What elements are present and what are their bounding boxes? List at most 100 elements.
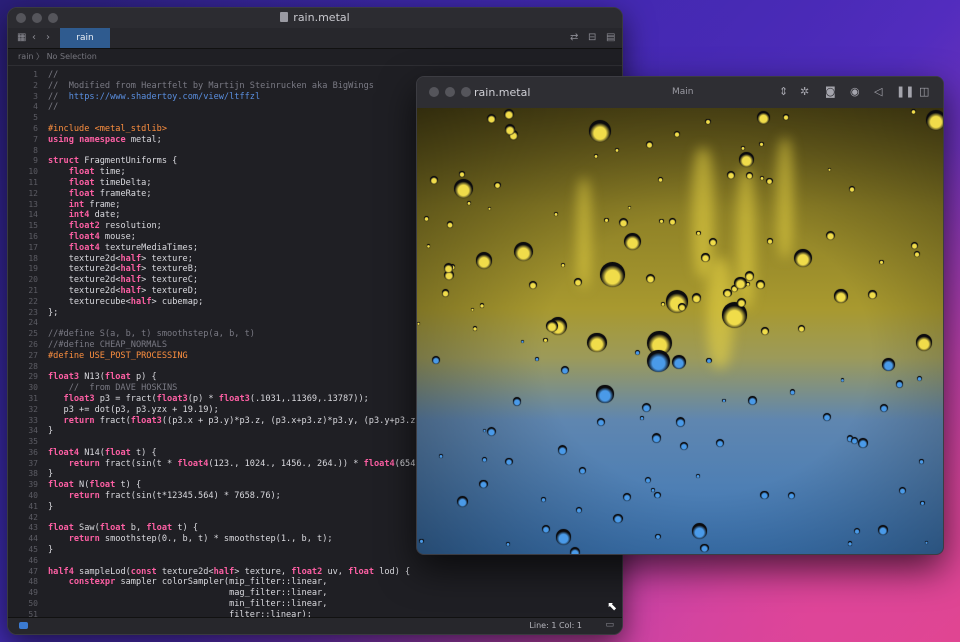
code-line[interactable]: int4 date; bbox=[48, 210, 462, 221]
code-line[interactable]: texture2d<half> textureC; bbox=[48, 275, 462, 286]
code-line[interactable]: float Saw(float b, float t) { bbox=[48, 523, 462, 534]
code-line[interactable]: texturecube<half> cubemap; bbox=[48, 297, 462, 308]
code-line[interactable] bbox=[48, 437, 462, 448]
code-line[interactable]: float frameRate; bbox=[48, 189, 462, 200]
rewind-icon[interactable]: ◁ bbox=[874, 85, 882, 98]
code-line[interactable]: float time; bbox=[48, 167, 462, 178]
raindrop bbox=[599, 262, 625, 287]
raindrop bbox=[657, 176, 663, 183]
line-number: 44 bbox=[28, 534, 38, 544]
code-line[interactable]: texture2d<half> textureD; bbox=[48, 286, 462, 297]
bug-icon[interactable]: ✲ bbox=[800, 85, 809, 98]
raindrop bbox=[797, 324, 806, 332]
code-line[interactable]: }; bbox=[48, 308, 462, 319]
preview-zoom-button[interactable] bbox=[461, 87, 471, 97]
line-number: 50 bbox=[28, 599, 38, 609]
raindrop bbox=[726, 171, 735, 180]
line-number: 24 bbox=[28, 318, 38, 328]
record-icon[interactable]: ◉ bbox=[850, 85, 860, 98]
raindrop bbox=[756, 280, 765, 289]
code-line[interactable]: mag_filter::linear, bbox=[48, 588, 462, 599]
code-line[interactable]: } bbox=[48, 426, 462, 437]
tab-rain[interactable]: rain bbox=[60, 28, 110, 48]
code-line[interactable]: // https://www.shadertoy.com/view/ltffzl bbox=[48, 92, 462, 103]
preview-window: rain.metal Main ⇕ ✲ ◙ ◉ ◁ ❚❚ ◫ bbox=[416, 76, 944, 555]
code-line[interactable]: int frame; bbox=[48, 200, 462, 211]
code-line[interactable]: #include <metal_stdlib> bbox=[48, 124, 462, 135]
raindrop bbox=[789, 389, 796, 395]
code-line[interactable]: half4 sampleLod(const texture2d<half> te… bbox=[48, 567, 462, 578]
raindrop bbox=[623, 232, 641, 251]
refresh-icon[interactable]: ⇄ bbox=[570, 32, 578, 43]
code-line[interactable]: return fract(sin(t*12345.564) * 7658.76)… bbox=[48, 491, 462, 502]
preview-titlebar: rain.metal Main ⇕ ✲ ◙ ◉ ◁ ❚❚ ◫ bbox=[417, 77, 943, 108]
code-line[interactable] bbox=[48, 146, 462, 157]
code-line[interactable]: // Modified from Heartfelt by Martijn St… bbox=[48, 81, 462, 92]
grid-icon[interactable]: ▦ bbox=[17, 32, 26, 43]
preview-close-button[interactable] bbox=[429, 87, 439, 97]
code-line[interactable]: float timeDelta; bbox=[48, 178, 462, 189]
scheme-selector[interactable]: Main bbox=[672, 87, 694, 97]
code-line[interactable]: return smoothstep(0., b, t) * smoothstep… bbox=[48, 534, 462, 545]
raindrop bbox=[645, 141, 653, 149]
line-number: 3 bbox=[33, 91, 38, 101]
shader-preview[interactable] bbox=[417, 108, 943, 554]
code-line[interactable]: float4 N14(float t) { bbox=[48, 448, 462, 459]
raindrop bbox=[575, 507, 582, 514]
breadcrumb[interactable]: rain 〉 No Selection bbox=[8, 49, 622, 66]
code-line[interactable] bbox=[48, 556, 462, 567]
code-line[interactable]: return fract(sin(t * float4(123., 1024.,… bbox=[48, 459, 462, 470]
editor-titlebar: rain.metal bbox=[8, 8, 622, 28]
code-line[interactable]: float2 resolution; bbox=[48, 221, 462, 232]
code-line[interactable]: struct FragmentUniforms { bbox=[48, 156, 462, 167]
code-line[interactable]: } bbox=[48, 502, 462, 513]
raindrop bbox=[691, 522, 708, 539]
camera-icon[interactable]: ◙ bbox=[825, 85, 836, 98]
raindrop bbox=[494, 181, 501, 189]
forward-icon[interactable]: › bbox=[46, 32, 50, 43]
code-line[interactable]: //#define CHEAP_NORMALS bbox=[48, 340, 462, 351]
code-line[interactable]: //#define S(a, b, t) smoothstep(a, b, t) bbox=[48, 329, 462, 340]
code-line[interactable] bbox=[48, 513, 462, 524]
code-line[interactable]: texture2d<half> textureB; bbox=[48, 264, 462, 275]
code-line[interactable]: constexpr sampler colorSampler(mip_filte… bbox=[48, 577, 462, 588]
code-line[interactable]: using namespace metal; bbox=[48, 135, 462, 146]
code-line[interactable]: #define USE_POST_PROCESSING bbox=[48, 351, 462, 362]
code-line[interactable]: } bbox=[48, 545, 462, 556]
code-line[interactable]: // from DAVE HOSKINS bbox=[48, 383, 462, 394]
code-line[interactable]: float3 N13(float p) { bbox=[48, 372, 462, 383]
preview-minimize-button[interactable] bbox=[445, 87, 455, 97]
pause-icon[interactable]: ❚❚ bbox=[896, 85, 914, 98]
code-line[interactable] bbox=[48, 318, 462, 329]
raindrop bbox=[555, 528, 572, 545]
code-line[interactable]: // bbox=[48, 70, 462, 81]
line-number: 20 bbox=[28, 275, 38, 285]
window-title-text: rain.metal bbox=[293, 11, 350, 24]
code-line[interactable]: // bbox=[48, 102, 462, 113]
code-line[interactable]: float4 textureMediaTimes; bbox=[48, 243, 462, 254]
code-line[interactable] bbox=[48, 362, 462, 373]
panel-toggle-icon[interactable]: ▭ bbox=[605, 620, 614, 630]
inspector-icon[interactable]: ▤ bbox=[606, 32, 615, 43]
code-line[interactable]: float4 mouse; bbox=[48, 232, 462, 243]
chevron-updown-icon[interactable]: ⇕ bbox=[779, 85, 788, 98]
raindrop bbox=[541, 497, 546, 502]
raindrop bbox=[691, 293, 701, 303]
source-code[interactable]: //// Modified from Heartfelt by Martijn … bbox=[48, 70, 462, 618]
code-line[interactable]: } bbox=[48, 469, 462, 480]
line-number: 49 bbox=[28, 588, 38, 598]
line-number: 4 bbox=[33, 102, 38, 112]
split-icon[interactable]: ⊟ bbox=[588, 32, 596, 43]
code-line[interactable]: min_filter::linear, bbox=[48, 599, 462, 610]
sidebar-icon[interactable]: ◫ bbox=[919, 85, 929, 98]
back-icon[interactable]: ‹ bbox=[32, 32, 36, 43]
code-line[interactable]: float N(float t) { bbox=[48, 480, 462, 491]
raindrop bbox=[868, 290, 877, 299]
code-line[interactable]: return fract(float3((p3.x + p3.y)*p3.z, … bbox=[48, 416, 462, 427]
raindrop bbox=[721, 398, 726, 403]
code-line[interactable] bbox=[48, 113, 462, 124]
code-line[interactable]: float3 p3 = fract(float3(p) * float3(.10… bbox=[48, 394, 462, 405]
code-line[interactable]: texture2d<half> texture; bbox=[48, 254, 462, 265]
raindrop bbox=[701, 253, 710, 262]
code-line[interactable]: p3 += dot(p3, p3.yzx + 19.19); bbox=[48, 405, 462, 416]
